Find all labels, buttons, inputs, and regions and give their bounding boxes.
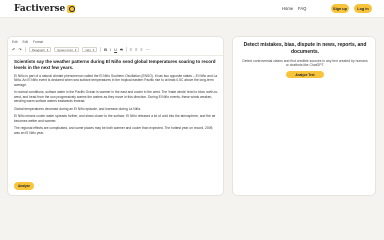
nav-faq-link[interactable]: FAQ — [298, 6, 306, 11]
editor-toolbar: ↶ ↷ Paragraph ▾ System Font ▾ 12pt ▾ B I… — [12, 46, 220, 53]
logo-text: Factiverse — [14, 4, 66, 14]
signup-button[interactable]: Sign up — [331, 4, 349, 13]
nav-home-link[interactable]: Home — [282, 6, 293, 11]
document-paragraph: The regional effects are complicated, an… — [14, 126, 214, 135]
document-title: Scientists say the weather patterns duri… — [14, 59, 216, 70]
menu-edit-2[interactable]: Edit — [23, 40, 29, 44]
underline-icon[interactable]: U — [114, 47, 117, 52]
info-side-card: Detect mistakes, bias, dispute in news, … — [232, 36, 376, 196]
toolbar-divider — [24, 47, 26, 52]
chevron-down-icon: ▾ — [46, 47, 49, 52]
chevron-down-icon: ▾ — [92, 47, 95, 52]
italic-icon[interactable]: I — [110, 47, 111, 52]
analyze-text-button[interactable]: Analyze Text — [286, 71, 324, 78]
top-navbar: Factiverse Home FAQ Sign up Log in — [0, 0, 384, 18]
undo-icon[interactable]: ↶ — [12, 47, 15, 52]
text-editor-card: Edit Edit Format ↶ ↷ Paragraph ▾ System … — [7, 36, 224, 196]
strikethrough-icon[interactable]: S — [120, 47, 123, 52]
menu-format[interactable]: Format — [33, 40, 43, 44]
magnifier-logo-icon — [67, 5, 76, 13]
more-options-icon[interactable]: ⋯ — [146, 47, 150, 52]
menu-edit-1[interactable]: Edit — [12, 40, 18, 44]
align-right-icon[interactable]: ≡ — [140, 47, 142, 52]
side-card-description: Detect controversial claims and find cre… — [242, 59, 368, 68]
editor-menu-bar: Edit Edit Format — [12, 40, 43, 44]
redo-icon[interactable]: ↷ — [18, 47, 21, 52]
analyze-button[interactable]: Analyze — [14, 182, 34, 190]
document-paragraph: In normal conditions, surface water in t… — [14, 90, 219, 103]
bold-icon[interactable]: B — [104, 47, 107, 52]
side-card-title: Detect mistakes, bias, dispute in news, … — [243, 42, 367, 55]
document-paragraph: El Niño is part of a natural climate phe… — [14, 73, 218, 87]
size-select[interactable]: 12pt ▾ — [82, 47, 98, 52]
toolbar-divider — [125, 47, 127, 52]
document-body[interactable]: Scientists say the weather patterns duri… — [14, 59, 219, 135]
document-paragraph: El Niño means cooler water spreads furth… — [14, 114, 216, 123]
factiverse-logo[interactable]: Factiverse — [14, 4, 76, 14]
paragraph-select[interactable]: Paragraph ▾ — [28, 47, 52, 52]
size-select-value: 12pt — [85, 47, 91, 52]
toolbar-divider — [100, 47, 102, 52]
align-left-icon[interactable]: ≡ — [130, 47, 132, 52]
font-select-value: System Font — [57, 47, 73, 52]
document-paragraph: Global temperatures decrease during an E… — [14, 106, 142, 111]
font-select[interactable]: System Font ▾ — [54, 47, 80, 52]
align-center-icon[interactable]: ≡ — [135, 47, 137, 52]
toolbar-bottom-border — [8, 55, 223, 56]
paragraph-select-value: Paragraph — [31, 47, 45, 52]
chevron-down-icon: ▾ — [74, 47, 77, 52]
login-button[interactable]: Log in — [354, 4, 372, 13]
